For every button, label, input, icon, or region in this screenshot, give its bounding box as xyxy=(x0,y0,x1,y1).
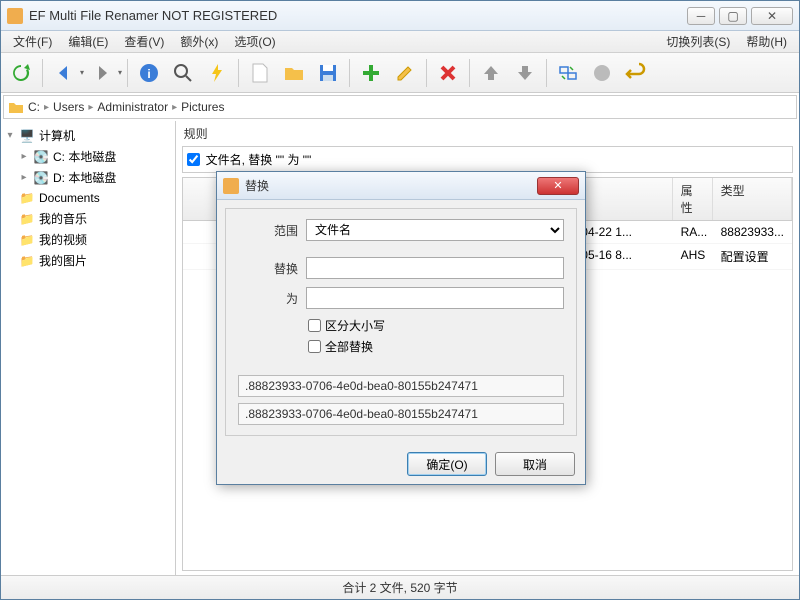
edit-button[interactable] xyxy=(389,57,421,89)
tree-disk-d[interactable]: ▸💽D: 本地磁盘 xyxy=(5,167,171,188)
all-checkbox[interactable] xyxy=(308,340,321,353)
rule-text: 文件名, 替换 "" 为 "" xyxy=(206,151,312,168)
tree-music[interactable]: 📁我的音乐 xyxy=(5,208,171,229)
replace-input[interactable] xyxy=(306,257,564,279)
statusbar: 合计 2 文件, 520 字节 xyxy=(1,575,799,599)
ok-button[interactable]: 确定(O) xyxy=(407,452,487,476)
swap-button[interactable] xyxy=(552,57,584,89)
tree-video[interactable]: 📁我的视频 xyxy=(5,229,171,250)
breadcrumb[interactable]: C:▸ Users▸ Administrator▸ Pictures xyxy=(3,95,797,119)
with-input[interactable] xyxy=(306,287,564,309)
dialog-titlebar[interactable]: 替换 ✕ xyxy=(217,172,585,200)
rules-label: 规则 xyxy=(176,121,799,146)
preview-after: .88823933-0706-4e0d-bea0-80155b247471 xyxy=(238,403,564,425)
menu-file[interactable]: 文件(F) xyxy=(5,31,60,52)
all-label: 全部替换 xyxy=(325,338,373,355)
case-checkbox[interactable] xyxy=(308,319,321,332)
tree-label: C: 本地磁盘 xyxy=(53,148,116,165)
new-button[interactable] xyxy=(244,57,276,89)
undo-button[interactable] xyxy=(620,57,652,89)
delete-button[interactable] xyxy=(432,57,464,89)
down-button[interactable] xyxy=(509,57,541,89)
col-type[interactable]: 类型 xyxy=(713,178,792,220)
path-seg[interactable]: Users xyxy=(53,100,84,114)
search-button[interactable] xyxy=(167,57,199,89)
case-label: 区分大小写 xyxy=(325,317,385,334)
tree-disk-c[interactable]: ▸💽C: 本地磁盘 xyxy=(5,146,171,167)
menu-help[interactable]: 帮助(H) xyxy=(738,31,795,52)
tree-label: 我的视频 xyxy=(39,231,87,248)
tree-label: Documents xyxy=(39,191,100,205)
minimize-button[interactable]: ─ xyxy=(687,7,715,25)
scope-select[interactable]: 文件名 xyxy=(306,219,564,241)
back-button[interactable] xyxy=(48,57,80,89)
path-seg[interactable]: Pictures xyxy=(181,100,224,114)
menu-extra[interactable]: 额外(x) xyxy=(172,31,226,52)
stop-button[interactable] xyxy=(586,57,618,89)
rules-box[interactable]: 文件名, 替换 "" 为 "" xyxy=(182,146,793,173)
save-button[interactable] xyxy=(312,57,344,89)
chevron-down-icon[interactable]: ▾ xyxy=(118,68,122,77)
tree-pictures[interactable]: 📁我的图片 xyxy=(5,250,171,271)
tree-label: 我的图片 xyxy=(39,252,87,269)
tree-label: 计算机 xyxy=(39,127,75,144)
replace-label: 替换 xyxy=(238,260,298,277)
menubar: 文件(F) 编辑(E) 查看(V) 额外(x) 选项(O) 切换列表(S) 帮助… xyxy=(1,31,799,53)
up-button[interactable] xyxy=(475,57,507,89)
replace-dialog: 替换 ✕ 范围 文件名 替换 为 区分大小写 全部替换 .88823933-07… xyxy=(216,171,586,485)
titlebar: EF Multi File Renamer NOT REGISTERED ─ ▢… xyxy=(1,1,799,31)
lightning-button[interactable] xyxy=(201,57,233,89)
svg-text:i: i xyxy=(147,67,150,81)
menu-edit[interactable]: 编辑(E) xyxy=(60,31,116,52)
info-button[interactable]: i xyxy=(133,57,165,89)
toolbar: ▾ ▾ i xyxy=(1,53,799,93)
dialog-icon xyxy=(223,178,239,194)
forward-button[interactable] xyxy=(86,57,118,89)
refresh-button[interactable] xyxy=(5,57,37,89)
maximize-button[interactable]: ▢ xyxy=(719,7,747,25)
path-seg[interactable]: C: xyxy=(28,100,40,114)
tree-label: D: 本地磁盘 xyxy=(53,169,116,186)
folder-icon xyxy=(8,100,24,114)
tree-computer[interactable]: ▾🖥️计算机 xyxy=(5,125,171,146)
preview-before: .88823933-0706-4e0d-bea0-80155b247471 xyxy=(238,375,564,397)
tree-label: 我的音乐 xyxy=(39,210,87,227)
scope-label: 范围 xyxy=(238,222,298,239)
sidebar: ▾🖥️计算机 ▸💽C: 本地磁盘 ▸💽D: 本地磁盘 📁Documents 📁我… xyxy=(1,121,176,575)
cancel-button[interactable]: 取消 xyxy=(495,452,575,476)
dialog-title: 替换 xyxy=(245,177,537,194)
rule-checkbox[interactable] xyxy=(187,153,200,166)
menu-switchlist[interactable]: 切换列表(S) xyxy=(658,31,738,52)
path-seg[interactable]: Administrator xyxy=(97,100,168,114)
menu-options[interactable]: 选项(O) xyxy=(226,31,283,52)
menu-view[interactable]: 查看(V) xyxy=(116,31,172,52)
app-icon xyxy=(7,8,23,24)
open-button[interactable] xyxy=(278,57,310,89)
tree-documents[interactable]: 📁Documents xyxy=(5,188,171,208)
chevron-down-icon[interactable]: ▾ xyxy=(80,68,84,77)
add-button[interactable] xyxy=(355,57,387,89)
window-title: EF Multi File Renamer NOT REGISTERED xyxy=(29,8,687,23)
close-button[interactable]: ✕ xyxy=(751,7,793,25)
dialog-close-button[interactable]: ✕ xyxy=(537,177,579,195)
col-attr[interactable]: 属性 xyxy=(673,178,713,220)
status-text: 合计 2 文件, 520 字节 xyxy=(342,579,457,596)
with-label: 为 xyxy=(238,290,298,307)
